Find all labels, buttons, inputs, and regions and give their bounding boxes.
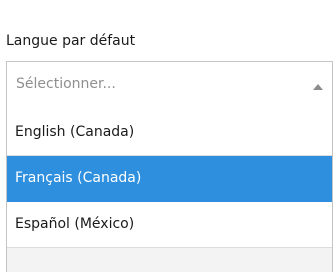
caret-up-icon[interactable] xyxy=(313,84,323,90)
language-options-list: English (Canada) Français (Canada) Españ… xyxy=(6,110,333,272)
language-dropdown-panel: Langue par défaut Sélectionner... Englis… xyxy=(0,0,335,272)
option-label: English (Canada) xyxy=(15,124,135,140)
option-english-canada[interactable]: English (Canada) xyxy=(7,110,332,156)
option-espanol-mexico[interactable]: Español (México) xyxy=(7,202,332,248)
select-placeholder: Sélectionner... xyxy=(16,76,116,92)
option-francais-canada[interactable]: Français (Canada) xyxy=(7,156,332,202)
options-list-footer xyxy=(7,248,332,272)
option-label: Español (México) xyxy=(15,216,135,232)
option-label: Français (Canada) xyxy=(15,170,142,186)
language-select[interactable]: Sélectionner... xyxy=(6,61,333,111)
default-language-label: Langue par défaut xyxy=(6,33,136,49)
